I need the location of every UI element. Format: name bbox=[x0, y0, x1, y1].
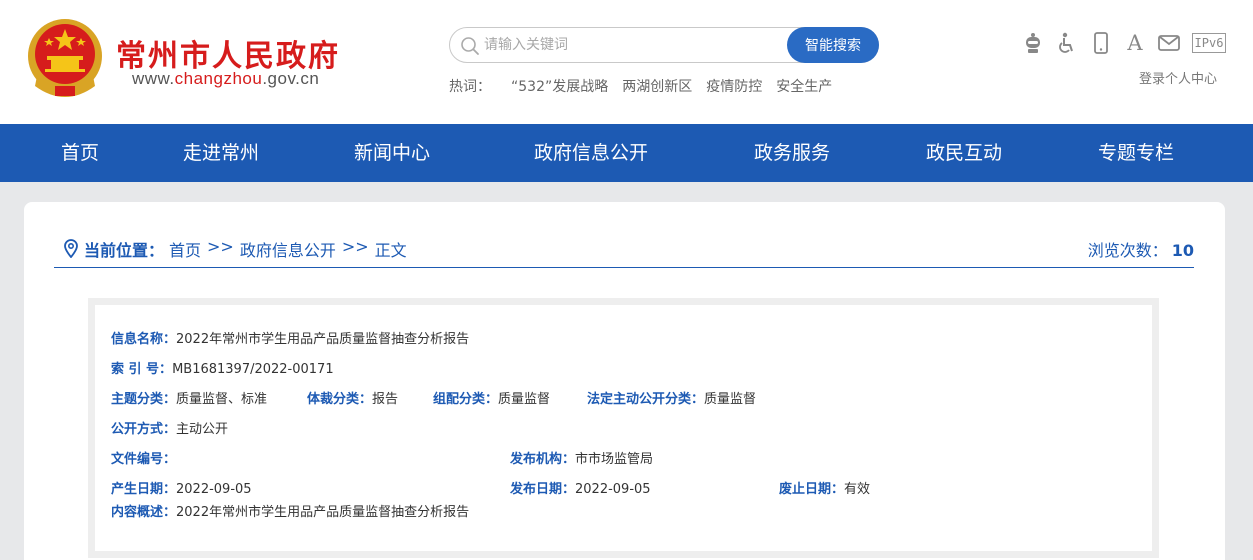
site-url-prefix: www. bbox=[132, 69, 175, 88]
info-publisher-label: 发布机构： bbox=[510, 452, 576, 467]
info-row-topic: 主题分类：质量监督、标准 bbox=[111, 388, 267, 407]
search-box: 智能搜索 bbox=[449, 27, 879, 63]
hotwords-label: 热词： bbox=[449, 79, 491, 95]
info-row-legal: 法定主动公开分类：质量监督 bbox=[587, 388, 756, 407]
nav-item-home[interactable]: 首页 bbox=[61, 124, 99, 182]
hotword-link[interactable]: “532”发展战略 bbox=[511, 76, 608, 96]
view-counter: 浏览次数： 10 bbox=[1088, 237, 1194, 261]
info-row-summary: 内容概述：2022年常州市学生用品产品质量监督抽查分析报告 bbox=[111, 501, 469, 520]
breadcrumb-separator: >> bbox=[207, 237, 234, 256]
info-table: 信息名称：2022年常州市学生用品产品质量监督抽查分析报告 索 引 号：MB16… bbox=[88, 298, 1159, 558]
info-expire-value: 有效 bbox=[844, 482, 871, 497]
info-summary-label: 内容概述： bbox=[111, 505, 177, 520]
info-name-value: 2022年常州市学生用品产品质量监督抽查分析报告 bbox=[176, 332, 470, 347]
info-method-value: 主动公开 bbox=[176, 422, 229, 437]
main-nav: 首页 走进常州 新闻中心 政府信息公开 政务服务 政民互动 专题专栏 bbox=[0, 124, 1253, 182]
login-link[interactable]: 登录个人中心 bbox=[1139, 68, 1217, 87]
info-row-genre: 体裁分类：报告 bbox=[307, 388, 398, 407]
info-org-class-value: 质量监督 bbox=[498, 392, 551, 407]
info-row-publisher: 发布机构：市市场监管局 bbox=[510, 448, 653, 467]
breadcrumb-label: 当前位置： bbox=[84, 241, 165, 260]
info-name-label: 信息名称： bbox=[111, 332, 177, 347]
breadcrumb-items: 首页 >> 政府信息公开 >> 正文 bbox=[169, 237, 407, 261]
info-topic-label: 主题分类： bbox=[111, 392, 177, 407]
hotword-link[interactable]: 疫情防控 bbox=[706, 76, 762, 96]
info-row-docnum: 文件编号： bbox=[111, 448, 176, 467]
view-count-value: 10 bbox=[1171, 241, 1194, 260]
font-size-icon[interactable]: A bbox=[1124, 31, 1146, 55]
info-method-label: 公开方式： bbox=[111, 422, 177, 437]
info-published-value: 2022-09-05 bbox=[575, 482, 651, 497]
nav-item-news[interactable]: 新闻中心 bbox=[354, 124, 430, 182]
info-created-value: 2022-09-05 bbox=[176, 482, 252, 497]
mobile-icon[interactable] bbox=[1090, 31, 1112, 55]
info-row-method: 公开方式：主动公开 bbox=[111, 418, 228, 437]
info-row-org-class: 组配分类：质量监督 bbox=[433, 388, 550, 407]
search-button[interactable]: 智能搜索 bbox=[787, 27, 879, 63]
nav-item-gov-info[interactable]: 政府信息公开 bbox=[534, 124, 648, 182]
info-legal-label: 法定主动公开分类： bbox=[587, 392, 705, 407]
hotword-link[interactable]: 安全生产 bbox=[776, 76, 832, 96]
info-row-expire: 废止日期：有效 bbox=[779, 478, 870, 497]
content-card: 当前位置： 首页 >> 政府信息公开 >> 正文 浏览次数： 10 信息名称：20… bbox=[24, 202, 1225, 560]
location-pin-icon bbox=[64, 239, 78, 258]
info-genre-value: 报告 bbox=[372, 392, 399, 407]
breadcrumb-gov-info[interactable]: 政府信息公开 bbox=[240, 237, 336, 261]
search-input[interactable] bbox=[484, 33, 784, 57]
nav-item-about[interactable]: 走进常州 bbox=[183, 124, 259, 182]
mail-icon[interactable] bbox=[1158, 31, 1180, 55]
info-topic-value: 质量监督、标准 bbox=[176, 392, 268, 407]
info-genre-label: 体裁分类： bbox=[307, 392, 373, 407]
robot-icon[interactable] bbox=[1022, 31, 1044, 55]
info-org-class-label: 组配分类： bbox=[433, 392, 499, 407]
info-publisher-value: 市市场监管局 bbox=[575, 452, 654, 467]
breadcrumb: 当前位置： 首页 >> 政府信息公开 >> 正文 浏览次数： 10 bbox=[54, 226, 1194, 268]
info-created-label: 产生日期： bbox=[111, 482, 177, 497]
breadcrumb-separator: >> bbox=[341, 237, 369, 256]
tool-icons: A IPv6 bbox=[1022, 31, 1227, 55]
ipv6-icon[interactable]: IPv6 bbox=[1191, 31, 1227, 55]
site-url[interactable]: www.changzhou.gov.cn bbox=[132, 69, 319, 89]
hotwords: 热词： “532”发展战略 两湖创新区 疫情防控 安全生产 bbox=[449, 76, 832, 96]
breadcrumb-current[interactable]: 正文 bbox=[375, 237, 407, 261]
info-expire-label: 废止日期： bbox=[779, 482, 845, 497]
info-summary-value: 2022年常州市学生用品产品质量监督抽查分析报告 bbox=[176, 505, 470, 520]
info-legal-value: 质量监督 bbox=[704, 392, 757, 407]
info-row-published: 发布日期：2022-09-05 bbox=[510, 478, 651, 497]
site-url-brand: changzhou bbox=[174, 69, 263, 88]
site-url-suffix: .gov.cn bbox=[262, 69, 320, 88]
site-header: 常州市人民政府 www.changzhou.gov.cn 智能搜索 热词： “5… bbox=[0, 0, 1253, 124]
info-published-label: 发布日期： bbox=[510, 482, 576, 497]
national-emblem-icon[interactable] bbox=[25, 16, 105, 100]
info-row-index: 索 引 号：MB1681397/2022-00171 bbox=[111, 358, 334, 377]
info-row-name: 信息名称：2022年常州市学生用品产品质量监督抽查分析报告 bbox=[111, 328, 469, 347]
accessibility-icon[interactable] bbox=[1056, 31, 1078, 55]
info-row-created: 产生日期：2022-09-05 bbox=[111, 478, 252, 497]
nav-item-services[interactable]: 政务服务 bbox=[754, 124, 830, 182]
nav-item-topics[interactable]: 专题专栏 bbox=[1098, 124, 1174, 182]
breadcrumb-home[interactable]: 首页 bbox=[169, 237, 201, 261]
info-table-inner: 信息名称：2022年常州市学生用品产品质量监督抽查分析报告 索 引 号：MB16… bbox=[95, 305, 1152, 551]
view-count-label: 浏览次数： bbox=[1087, 241, 1168, 260]
info-index-label: 索 引 号： bbox=[111, 362, 173, 377]
ipv6-label: IPv6 bbox=[1191, 33, 1227, 53]
info-docnum-label: 文件编号： bbox=[111, 452, 177, 467]
hotword-link[interactable]: 两湖创新区 bbox=[622, 76, 692, 96]
info-index-value: MB1681397/2022-00171 bbox=[172, 362, 334, 377]
nav-item-interaction[interactable]: 政民互动 bbox=[926, 124, 1002, 182]
search-icon bbox=[461, 37, 479, 55]
